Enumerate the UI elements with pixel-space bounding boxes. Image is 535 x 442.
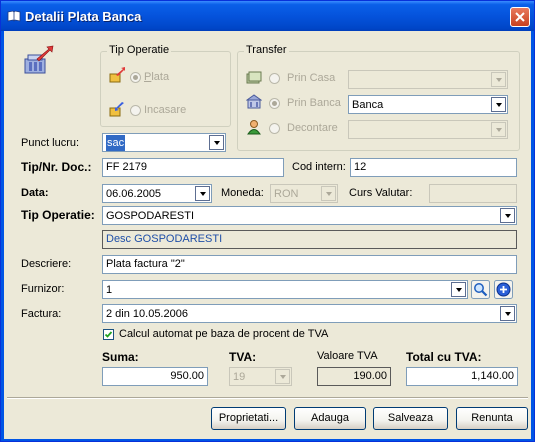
plata-label-text: lata bbox=[151, 71, 170, 83]
furnizor-select[interactable]: 1 bbox=[102, 280, 468, 299]
moneda-value: RON bbox=[274, 188, 299, 200]
renunta-button[interactable]: Renunta bbox=[456, 407, 528, 430]
payment-in-icon bbox=[109, 102, 124, 117]
transfer-group-title: Transfer bbox=[244, 44, 289, 56]
chevron-down-icon[interactable] bbox=[500, 208, 515, 223]
tip-operatie-label: Tip Operatie: bbox=[21, 208, 95, 222]
tip-operatie-select[interactable]: GOSPODARESTI bbox=[102, 206, 517, 225]
chevron-down-icon[interactable] bbox=[491, 72, 506, 87]
window-title: Detalii Plata Banca bbox=[25, 9, 142, 24]
curs-valutar-label: Curs Valutar: bbox=[349, 187, 413, 199]
tip-nr-doc-label: Tip/Nr. Doc.: bbox=[21, 160, 92, 174]
decontare-select[interactable] bbox=[348, 120, 508, 139]
prin-casa-radio[interactable] bbox=[269, 73, 280, 84]
adauga-button[interactable]: Adauga bbox=[294, 407, 366, 430]
valoare-tva-value: 190.00 bbox=[317, 367, 391, 386]
book-icon bbox=[7, 10, 21, 22]
close-icon bbox=[515, 12, 525, 22]
furnizor-label: Furnizor: bbox=[21, 283, 65, 295]
checkmark-icon bbox=[104, 331, 113, 338]
descriere-input[interactable]: Plata factura "2" bbox=[102, 255, 517, 274]
calcul-automat-label: Calcul automat pe baza de procent de TVA bbox=[119, 328, 329, 340]
incasare-radio[interactable] bbox=[130, 105, 141, 116]
moneda-label: Moneda: bbox=[221, 187, 264, 199]
total-tva-input[interactable]: 1,140.00 bbox=[406, 367, 518, 386]
chevron-down-icon[interactable] bbox=[500, 306, 515, 321]
prin-banca-label: Prin Banca bbox=[287, 97, 341, 109]
person-icon bbox=[247, 120, 261, 135]
cod-intern-input[interactable]: 12 bbox=[350, 158, 517, 177]
chevron-down-icon[interactable] bbox=[451, 282, 466, 297]
punct-lucru-select[interactable]: sac bbox=[102, 133, 226, 152]
chevron-down-icon[interactable] bbox=[491, 122, 506, 137]
dialog-window: Detalii Plata Banca Tip Operatie Plata I… bbox=[0, 0, 535, 442]
plata-radio[interactable] bbox=[130, 72, 141, 83]
moneda-select[interactable]: RON bbox=[270, 184, 338, 203]
tip-operatie-description: Desc GOSPODARESTI bbox=[102, 230, 517, 249]
suma-input[interactable]: 950.00 bbox=[102, 367, 208, 386]
tva-value: 19 bbox=[233, 371, 246, 383]
suma-label: Suma: bbox=[102, 350, 139, 364]
chevron-down-icon[interactable] bbox=[209, 135, 224, 150]
prin-casa-label: Prin Casa bbox=[287, 72, 336, 84]
incasare-label: Incasare bbox=[144, 104, 187, 116]
descriere-label: Descriere: bbox=[21, 258, 72, 270]
decontare-radio[interactable] bbox=[269, 123, 280, 134]
plata-label: Plata bbox=[144, 71, 170, 83]
chevron-down-icon[interactable] bbox=[491, 97, 506, 112]
data-value: 06.06.2005 bbox=[106, 188, 162, 200]
prin-casa-select[interactable] bbox=[348, 70, 508, 89]
data-label: Data: bbox=[21, 187, 49, 199]
decontare-label: Decontare bbox=[287, 122, 338, 134]
tip-operatie-group-title: Tip Operatie bbox=[107, 44, 172, 56]
tva-label: TVA: bbox=[229, 350, 257, 364]
bank-transfer-icon bbox=[24, 45, 54, 74]
title-bar[interactable]: Detalii Plata Banca bbox=[1, 1, 534, 31]
banca-select[interactable]: Banca bbox=[348, 95, 508, 114]
salveaza-button[interactable]: Salveaza bbox=[373, 407, 448, 430]
chevron-down-icon[interactable] bbox=[275, 369, 290, 384]
furnizor-value: 1 bbox=[106, 284, 113, 296]
cash-icon bbox=[246, 71, 262, 84]
add-icon[interactable] bbox=[494, 280, 513, 299]
factura-label: Factura: bbox=[21, 308, 62, 320]
cod-intern-label: Cod intern: bbox=[292, 161, 346, 173]
chevron-down-icon[interactable] bbox=[321, 186, 336, 201]
payment-out-icon bbox=[109, 67, 125, 83]
data-picker[interactable]: 06.06.2005 bbox=[102, 184, 212, 203]
close-button[interactable] bbox=[510, 7, 530, 27]
curs-valutar-input[interactable] bbox=[429, 184, 517, 203]
bank-icon bbox=[246, 94, 262, 109]
prin-banca-radio[interactable] bbox=[269, 98, 280, 109]
divider bbox=[7, 397, 528, 399]
total-tva-label: Total cu TVA: bbox=[406, 350, 482, 364]
banca-select-value: Banca bbox=[352, 99, 384, 111]
dialog-body: Tip Operatie Plata Incasare Transfer Pri… bbox=[4, 31, 531, 439]
tva-select[interactable]: 19 bbox=[229, 367, 292, 386]
punct-lucru-value: sac bbox=[106, 135, 126, 151]
factura-value: 2 din 10.05.2006 bbox=[106, 308, 188, 320]
valoare-tva-label: Valoare TVA bbox=[317, 350, 378, 362]
punct-lucru-label: Punct lucru: bbox=[21, 137, 80, 149]
tip-nr-doc-input[interactable]: FF 2179 bbox=[102, 158, 284, 177]
proprietati-button[interactable]: Proprietati... bbox=[211, 407, 286, 430]
calcul-automat-checkbox[interactable] bbox=[103, 329, 114, 340]
search-icon[interactable] bbox=[471, 280, 490, 299]
chevron-down-icon[interactable] bbox=[195, 186, 210, 201]
factura-select[interactable]: 2 din 10.05.2006 bbox=[102, 304, 517, 323]
tip-operatie-value: GOSPODARESTI bbox=[106, 210, 195, 222]
